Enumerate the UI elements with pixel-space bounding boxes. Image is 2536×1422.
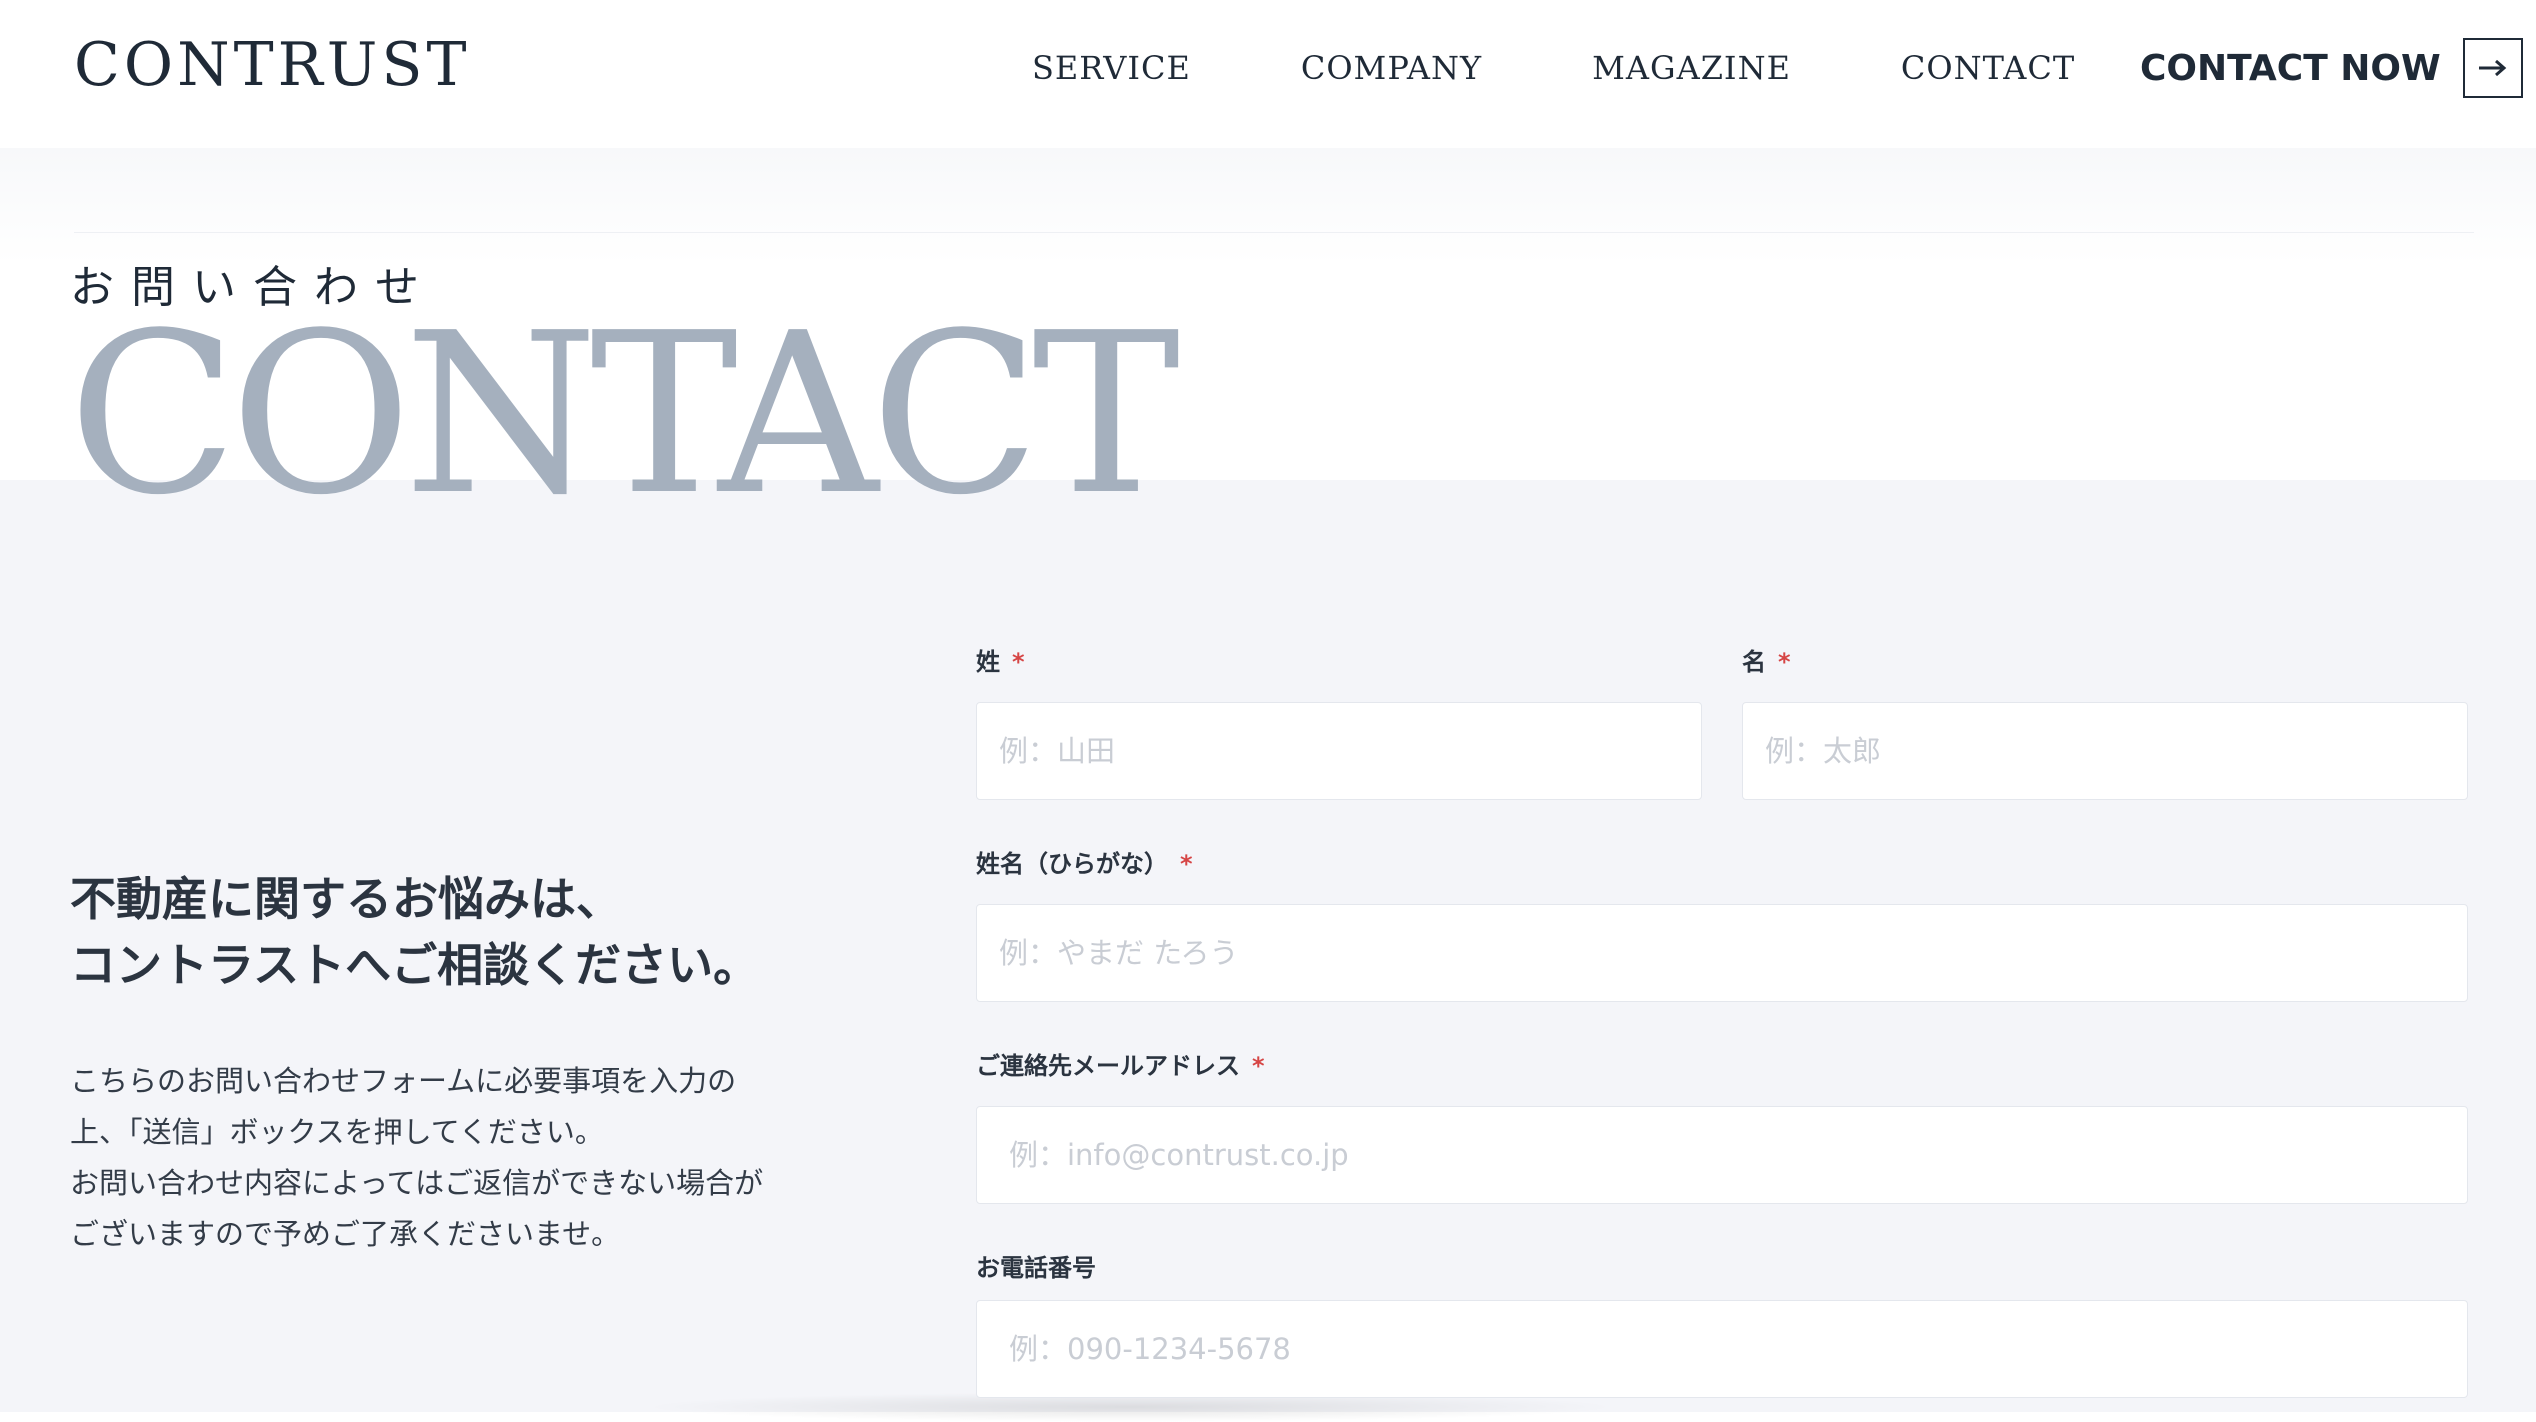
kana-name-label-text: 姓名（ひらがな） bbox=[976, 850, 1168, 878]
lead-heading-line-1: 不動産に関するお悩みは、 bbox=[70, 872, 622, 926]
first-name-label-text: 名 bbox=[1742, 648, 1766, 676]
hero-divider bbox=[74, 232, 2474, 233]
phone-label: お電話番号 bbox=[976, 1248, 1096, 1283]
last-name-label: 姓 * bbox=[976, 642, 1025, 677]
nav-contact[interactable]: CONTACT bbox=[1901, 49, 2075, 87]
lead-line-3: お問い合わせ内容によってはご返信ができない場合が bbox=[70, 1166, 764, 1200]
site-header: CONTRUST SERVICE COMPANY MAGAZINE CONTAC… bbox=[0, 0, 2536, 148]
email-label: ご連絡先メールアドレス * bbox=[976, 1046, 1265, 1081]
lead-line-2: 上、「送信」ボックスを押してください。 bbox=[70, 1115, 604, 1149]
lead-heading-line-2: コントラストへご相談ください。 bbox=[70, 938, 760, 992]
contact-now-button[interactable]: CONTACT NOW bbox=[2140, 38, 2523, 98]
site-logo[interactable]: CONTRUST bbox=[74, 30, 470, 100]
first-name-label: 名 * bbox=[1742, 642, 1791, 677]
lead-description: こちらのお問い合わせフォームに必要事項を入力の 上、「送信」ボックスを押してくだ… bbox=[70, 1056, 830, 1260]
contact-now-label: CONTACT NOW bbox=[2140, 47, 2441, 89]
kana-name-input[interactable] bbox=[976, 904, 2468, 1002]
main-nav: SERVICE COMPANY MAGAZINE CONTACT bbox=[1032, 48, 2075, 88]
kana-name-label: 姓名（ひらがな） * bbox=[976, 844, 1193, 879]
phone-label-text: お電話番号 bbox=[976, 1254, 1096, 1282]
hero-title: CONTACT bbox=[68, 286, 1180, 544]
first-name-input[interactable] bbox=[1742, 702, 2468, 800]
nav-magazine[interactable]: MAGAZINE bbox=[1592, 49, 1791, 87]
required-mark: * bbox=[1252, 1052, 1265, 1080]
lead-line-4: ございますので予めご了承くださいませ。 bbox=[70, 1217, 621, 1251]
last-name-input[interactable] bbox=[976, 702, 1702, 800]
required-mark: * bbox=[1778, 648, 1791, 676]
arrow-right-icon bbox=[2462, 38, 2523, 98]
lead-line-1: こちらのお問い合わせフォームに必要事項を入力の bbox=[70, 1064, 737, 1098]
email-label-text: ご連絡先メールアドレス bbox=[976, 1052, 1240, 1080]
last-name-label-text: 姓 bbox=[976, 648, 1000, 676]
email-input[interactable] bbox=[976, 1106, 2468, 1204]
lead-heading: 不動産に関するお悩みは、 コントラストへご相談ください。 bbox=[70, 866, 759, 998]
nav-company[interactable]: COMPANY bbox=[1301, 49, 1482, 87]
phone-input[interactable] bbox=[976, 1300, 2468, 1398]
required-mark: * bbox=[1012, 648, 1025, 676]
nav-service[interactable]: SERVICE bbox=[1032, 49, 1191, 87]
required-mark: * bbox=[1180, 850, 1193, 878]
